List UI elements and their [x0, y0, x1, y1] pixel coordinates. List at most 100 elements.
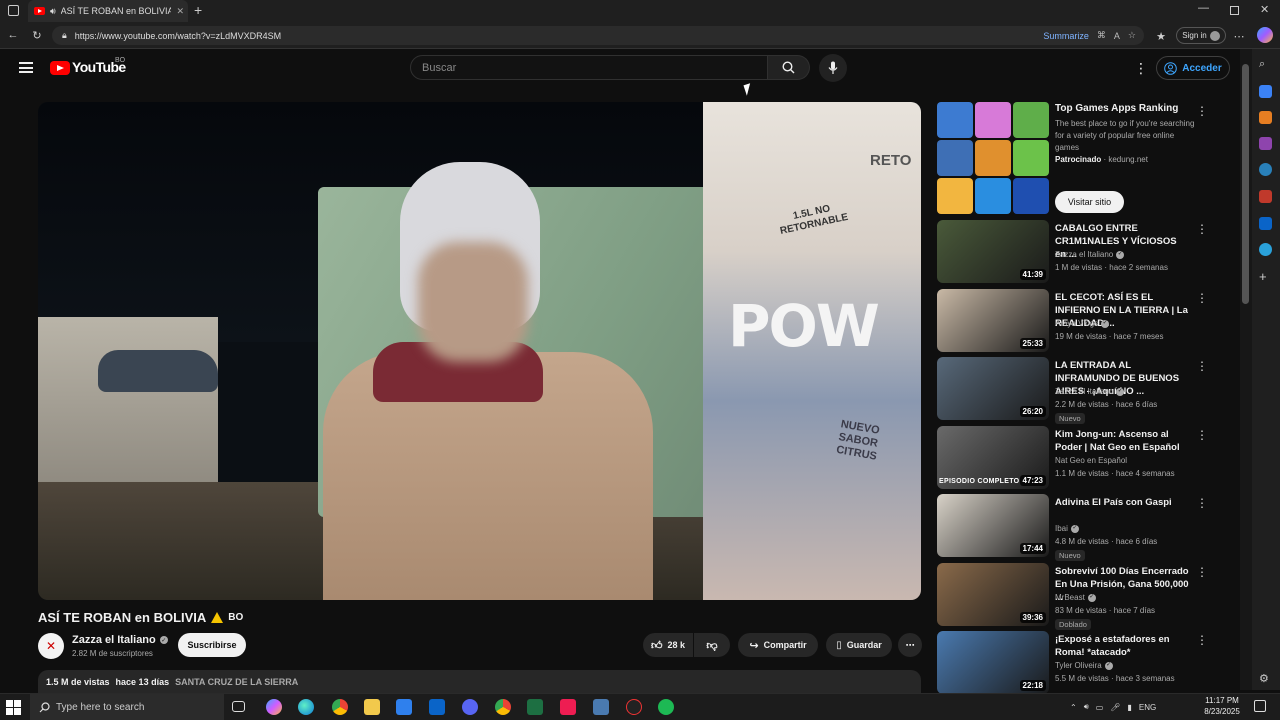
- excel-icon[interactable]: [527, 699, 543, 715]
- spotify-icon[interactable]: [658, 699, 674, 715]
- recommendation-channel-name[interactable]: Araya Vlogs: [1055, 317, 1098, 330]
- recommendation-channel-name[interactable]: Nat Geo en Español: [1055, 454, 1127, 467]
- window-menu-icon[interactable]: [8, 5, 19, 16]
- copilot-icon[interactable]: [1257, 27, 1273, 43]
- copilot-taskbar-icon[interactable]: [266, 699, 282, 715]
- sidebar-outlook-icon[interactable]: [1259, 217, 1272, 230]
- edge-taskbar-icon[interactable]: [298, 699, 314, 715]
- capcut-icon[interactable]: [626, 699, 642, 715]
- ad-thumbnail[interactable]: [937, 102, 1049, 215]
- sidebar-settings-icon[interactable]: ⚙: [1259, 672, 1272, 685]
- ad-title[interactable]: Top Games Apps Ranking: [1055, 103, 1178, 114]
- recommendation-channel-name[interactable]: Tyler Oliveira: [1055, 659, 1102, 672]
- recommendation-menu-icon[interactable]: ⋮: [1196, 222, 1208, 236]
- tray-language[interactable]: ENG: [1139, 703, 1156, 712]
- more-actions-button[interactable]: ⋯: [898, 633, 922, 657]
- sidebar-search-icon[interactable]: ⌕: [1259, 58, 1272, 71]
- recommendation-channel-name[interactable]: Zazza el Italiano: [1055, 385, 1113, 398]
- summarize-button[interactable]: Summarize: [1043, 31, 1089, 41]
- recommendation-channel[interactable]: Nat Geo en Español: [1055, 454, 1127, 467]
- sidebar-office-icon[interactable]: [1259, 190, 1272, 203]
- recommendation-menu-icon[interactable]: ⋮: [1196, 291, 1208, 305]
- recommendation-menu-icon[interactable]: ⋮: [1196, 565, 1208, 579]
- sidebar-tag-icon[interactable]: [1259, 85, 1272, 98]
- back-arrow-icon[interactable]: ←: [4, 26, 22, 44]
- sidebar-copilot-icon[interactable]: [1259, 163, 1272, 176]
- signin-button[interactable]: Acceder: [1156, 56, 1230, 80]
- recommendation-thumbnail[interactable]: 17:44: [937, 494, 1049, 557]
- file-explorer-icon[interactable]: [364, 699, 380, 715]
- recommendation-title[interactable]: Kim Jong-un: Ascenso al Poder | Nat Geo …: [1055, 428, 1190, 454]
- address-bar[interactable]: 🔒︎ https://www.youtube.com/watch?v=zLdMV…: [52, 26, 1144, 45]
- tray-speaker-icon[interactable]: 🔊︎: [1084, 702, 1089, 712]
- discord-icon[interactable]: [462, 699, 478, 715]
- browser-menu-icon[interactable]: ⋯: [1230, 27, 1248, 45]
- recommendation-title[interactable]: Adivina El País con Gaspi: [1055, 496, 1190, 509]
- recommendation-menu-icon[interactable]: ⋮: [1196, 496, 1208, 510]
- sidebar-games-icon[interactable]: [1259, 137, 1272, 150]
- recommendation-channel[interactable]: Zazza el Italiano ✓: [1055, 385, 1125, 398]
- ad-menu-icon[interactable]: ⋮: [1196, 104, 1208, 118]
- search-input[interactable]: Buscar: [410, 55, 768, 80]
- subscribe-button[interactable]: Suscribirse: [178, 633, 246, 657]
- save-button[interactable]: ▯ Guardar: [826, 633, 892, 657]
- recommendation-menu-icon[interactable]: ⋮: [1196, 359, 1208, 373]
- recommendation-title[interactable]: ¡Exposé a estafadores en Roma! *atacado*: [1055, 633, 1190, 659]
- browser-signin-button[interactable]: Sign in: [1176, 27, 1226, 44]
- recommendation-thumbnail[interactable]: 39:36: [937, 563, 1049, 626]
- recommendation-thumbnail[interactable]: EPISODIO COMPLETO 47:23: [937, 426, 1049, 489]
- tray-mic-icon[interactable]: 🎤︎: [1110, 703, 1120, 712]
- recommendation-channel-name[interactable]: Ibai: [1055, 522, 1068, 535]
- tiktok-icon[interactable]: [560, 699, 576, 715]
- browser-tab-active[interactable]: 🔊︎ ASÍ TE ROBAN en BOLIVIA ⚠️ ✕: [28, 0, 188, 22]
- new-tab-button[interactable]: +: [194, 2, 202, 18]
- close-window-button[interactable]: ✕: [1260, 3, 1269, 16]
- tray-battery-icon[interactable]: ▮: [1127, 703, 1131, 712]
- sidebar-add-icon[interactable]: +: [1259, 270, 1272, 283]
- recommendation-thumbnail[interactable]: 41:39: [937, 220, 1049, 283]
- scrollbar-thumb[interactable]: [1242, 64, 1249, 304]
- recommendation-menu-icon[interactable]: ⋮: [1196, 633, 1208, 647]
- youtube-logo-icon[interactable]: [50, 61, 70, 75]
- recommendation-channel[interactable]: Araya Vlogs ✓: [1055, 317, 1110, 330]
- share-button[interactable]: ↪ Compartir: [738, 633, 818, 657]
- start-button-icon[interactable]: [4, 698, 22, 716]
- reload-icon[interactable]: ↻: [28, 26, 46, 44]
- chrome-profile-icon[interactable]: [495, 699, 511, 715]
- taskbar-clock[interactable]: 11:17 PM 8/23/2025: [1200, 695, 1244, 717]
- url-text[interactable]: https://www.youtube.com/watch?v=zLdMVXDR…: [75, 31, 281, 41]
- read-aloud-icon[interactable]: A: [1114, 31, 1120, 41]
- favorites-icon[interactable]: ★: [1152, 27, 1170, 45]
- task-view-icon[interactable]: [232, 701, 245, 712]
- tray-network-icon[interactable]: ▭: [1096, 703, 1104, 712]
- mail-icon[interactable]: [429, 699, 445, 715]
- maximize-button[interactable]: [1230, 6, 1239, 15]
- video-player[interactable]: 1.5L NO RETORNABLE RETO POW NUEVO SABOR …: [38, 102, 921, 600]
- notifications-icon[interactable]: [1254, 700, 1266, 712]
- sidebar-shopping-icon[interactable]: [1259, 111, 1272, 124]
- snipping-tool-icon[interactable]: [593, 699, 609, 715]
- settings-kebab-icon[interactable]: ⋮: [1134, 60, 1148, 77]
- tab-close-icon[interactable]: ✕: [176, 6, 184, 17]
- recommendation-thumbnail[interactable]: 22:18: [937, 631, 1049, 694]
- recommendation-channel[interactable]: Zazza el Italiano ✓: [1055, 248, 1125, 261]
- recommendation-channel[interactable]: Tyler Oliveira ✓: [1055, 659, 1113, 672]
- recommendation-thumbnail[interactable]: 26:20: [937, 357, 1049, 420]
- store-icon[interactable]: [396, 699, 412, 715]
- channel-name[interactable]: Zazza el Italiano ✓: [72, 634, 168, 646]
- voice-search-button[interactable]: [819, 54, 847, 82]
- channel-avatar[interactable]: ✕: [38, 633, 64, 659]
- recommendation-thumbnail[interactable]: 25:33: [937, 289, 1049, 352]
- dislike-button[interactable]: 👎︎: [694, 633, 730, 657]
- visit-site-button[interactable]: Visitar sitio: [1055, 191, 1124, 213]
- site-info-icon[interactable]: 🔒︎: [62, 30, 67, 41]
- search-button[interactable]: [768, 55, 810, 80]
- reader-icon[interactable]: ⌘: [1097, 30, 1106, 41]
- sidebar-telegram-icon[interactable]: [1259, 243, 1272, 256]
- chrome-taskbar-icon[interactable]: [332, 699, 348, 715]
- tray-chevron-icon[interactable]: ⌃: [1070, 703, 1077, 712]
- favorite-star-icon[interactable]: ☆: [1128, 30, 1136, 41]
- recommendation-menu-icon[interactable]: ⋮: [1196, 428, 1208, 442]
- recommendation-channel[interactable]: MrBeast ✓: [1055, 591, 1096, 604]
- recommendation-channel-name[interactable]: MrBeast: [1055, 591, 1085, 604]
